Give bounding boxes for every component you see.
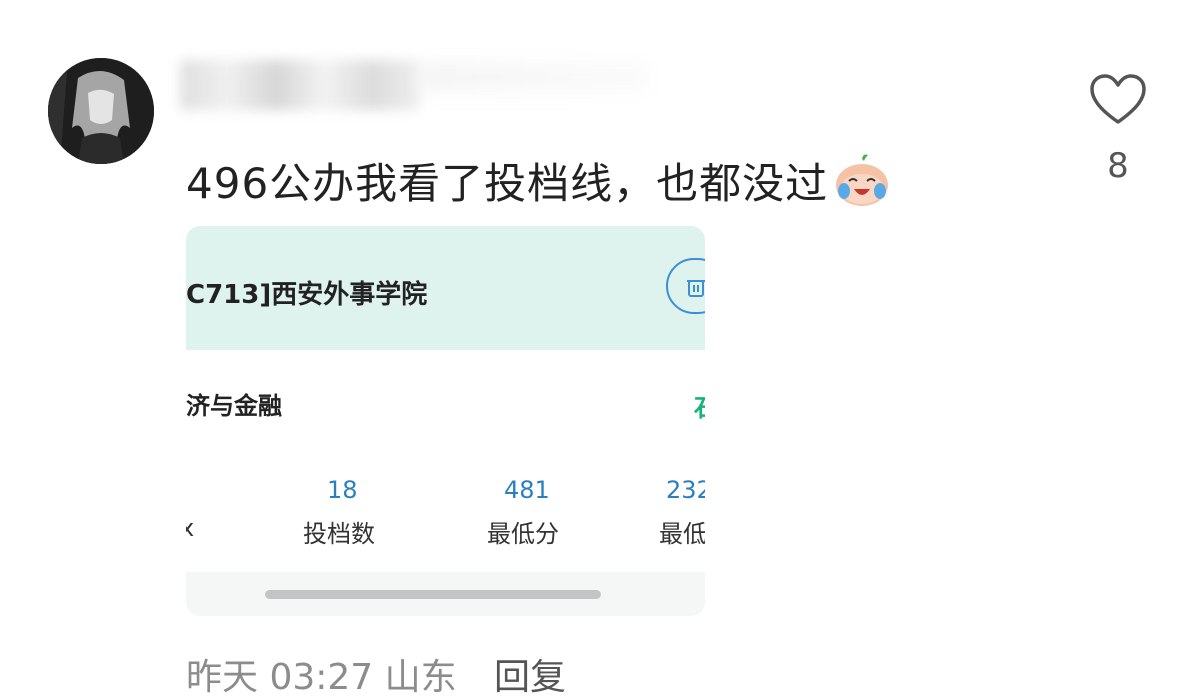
horizontal-scrollbar[interactable] [265,590,601,599]
stat-value: 18 [327,476,358,504]
username-obscured[interactable] [180,60,420,110]
stat-label: 最低分 [487,520,559,548]
stat-value: 232 [666,476,705,504]
card-header: C713]西安外事学院 [186,226,705,350]
major-tag: 石 [694,388,705,423]
college-name: C713]西安外事学院 [186,280,428,310]
comment-meta: 昨天 03:27 山东 [186,657,457,698]
trash-button [666,258,705,314]
like-count: 8 [1107,146,1129,186]
reply-button[interactable]: 回复 [494,648,566,700]
crying-laughing-emoji-icon [836,154,889,206]
trash-icon [687,280,705,297]
attached-screenshot[interactable]: C713]西安外事学院 济与金融 石 18 481 232 x 投档数 最低分 … [186,226,705,616]
avatar-image [48,58,154,164]
card-footer [186,572,705,616]
user-avatar[interactable] [48,58,154,164]
stat-label: 最低 [659,520,705,548]
stat-label: x [186,514,195,542]
major-name: 济与金融 [186,392,282,420]
heart-like-icon[interactable] [1088,72,1148,128]
comment-text: 496公办我看了投档线，也都没过 [186,150,892,211]
stat-value: 481 [504,476,550,504]
username-obscured-tail [420,62,650,92]
comment-body: 496公办我看了投档线，也都没过 [186,159,829,208]
stat-label: 投档数 [303,520,375,548]
